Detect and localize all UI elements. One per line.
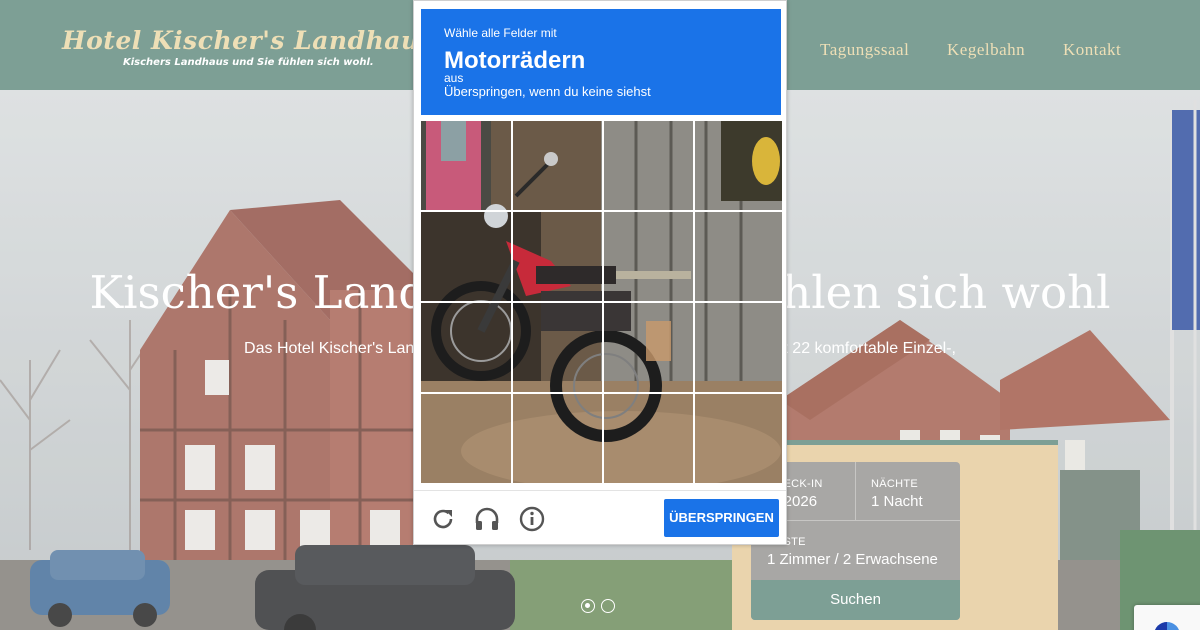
logo-title[interactable]: Hotel Kischer's Landhaus (62, 26, 434, 55)
booking-divider (855, 462, 856, 520)
captcha-footer-divider (414, 490, 786, 491)
captcha-tile[interactable] (513, 303, 603, 393)
recaptcha-badge[interactable] (1134, 605, 1200, 630)
captcha-target-object: Motorrädern (444, 47, 586, 74)
guests-label: GÄSTE (767, 536, 938, 548)
audio-icon[interactable] (472, 504, 502, 534)
captcha-tile[interactable] (513, 121, 603, 211)
nav-kontakt[interactable]: Kontakt (1063, 40, 1121, 60)
guests-field[interactable]: GÄSTE 1 Zimmer / 2 Erwachsene (767, 536, 938, 568)
nights-label: NÄCHTE (871, 478, 919, 490)
captcha-tile[interactable] (513, 212, 603, 302)
captcha-tile[interactable] (695, 121, 782, 211)
captcha-instructions: Wähle alle Felder mit Motorrädern aus Üb… (421, 9, 781, 115)
captcha-tile[interactable] (421, 212, 511, 302)
captcha-image-grid (421, 121, 782, 483)
nav-tagungssaal[interactable]: Tagungssaal (820, 40, 909, 60)
slider-dot-2[interactable] (601, 599, 615, 613)
nights-field[interactable]: NÄCHTE 1 Nacht (871, 478, 923, 510)
search-button[interactable]: Suchen (751, 580, 960, 620)
grid-line (421, 210, 782, 212)
captcha-tile[interactable] (695, 303, 782, 393)
logo-tagline: Kischers Landhaus und Sie fühlen sich wo… (123, 57, 374, 68)
captcha-tile[interactable] (604, 394, 694, 483)
reload-icon[interactable] (428, 504, 458, 534)
captcha-tile[interactable] (421, 121, 511, 211)
nights-value: 1 Nacht (871, 493, 923, 510)
captcha-tile[interactable] (604, 121, 694, 211)
captcha-tile[interactable] (604, 303, 694, 393)
captcha-tile[interactable] (695, 212, 782, 302)
captcha-skip-hint: Überspringen, wenn du keine siehst (444, 84, 651, 99)
captcha-tile[interactable] (513, 394, 603, 483)
captcha-tile[interactable] (421, 394, 511, 483)
recaptcha-logo-icon (1155, 622, 1179, 630)
captcha-instruction-suffix: aus (444, 71, 464, 85)
captcha-tile[interactable] (604, 212, 694, 302)
captcha-instruction-prefix: Wähle alle Felder mit (444, 26, 557, 40)
captcha-tile[interactable] (695, 394, 782, 483)
info-icon[interactable] (517, 504, 547, 534)
grid-line (421, 392, 782, 394)
skip-button[interactable]: ÜBERSPRINGEN (664, 499, 779, 537)
guests-value: 1 Zimmer / 2 Erwachsene (767, 551, 938, 568)
slider-dot-1[interactable] (581, 599, 595, 613)
nav-kegelbahn[interactable]: Kegelbahn (947, 40, 1025, 60)
captcha-tile[interactable] (421, 303, 511, 393)
grid-line (421, 301, 782, 303)
recaptcha-challenge: Wähle alle Felder mit Motorrädern aus Üb… (413, 0, 787, 545)
